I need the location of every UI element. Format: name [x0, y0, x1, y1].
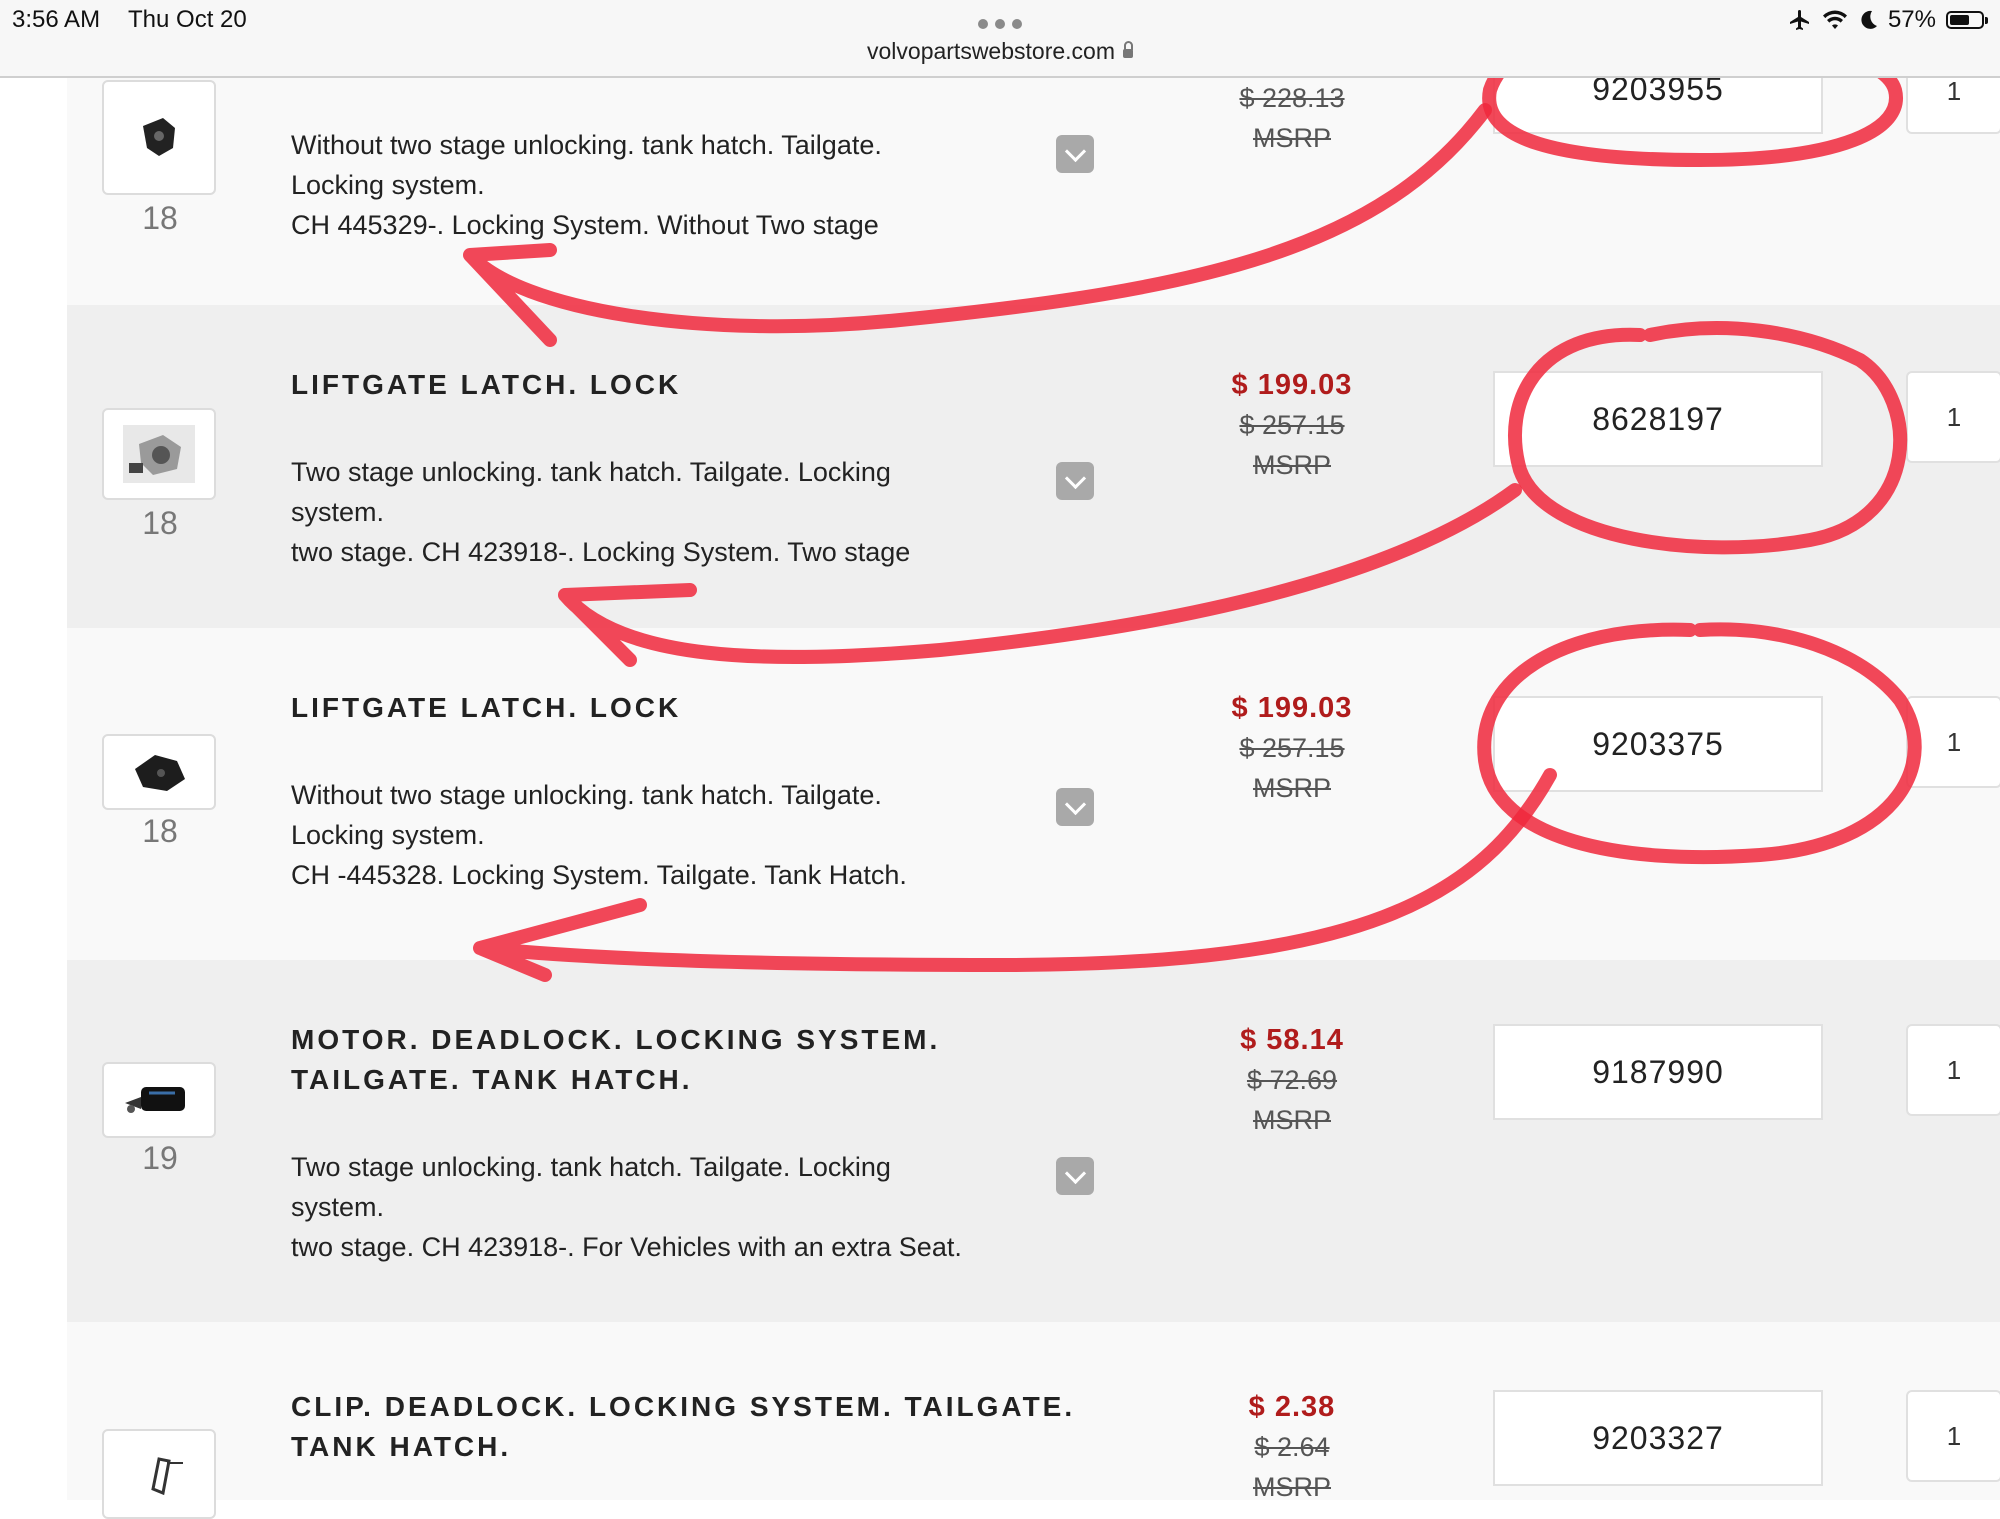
- part-thumbnail[interactable]: [102, 1062, 216, 1138]
- ref-number: 19: [142, 1140, 178, 1176]
- chevron-down-icon: [1064, 467, 1086, 489]
- sale-price: $ 2.38: [1248, 1391, 1336, 1423]
- part-row: 18 LIFTGATE LATCH. LOCK Two stage unlock…: [67, 305, 2000, 628]
- msrp-label: MSRP: [1252, 773, 1331, 803]
- msrp-label: MSRP: [1252, 123, 1331, 153]
- url-text: volvopartswebstore.com: [867, 38, 1115, 64]
- part-number-field[interactable]: 9203327: [1493, 1390, 1823, 1486]
- part-title[interactable]: MOTOR. DEADLOCK. LOCKING SYSTEM. TAILGAT…: [291, 1020, 1091, 1100]
- chevron-down-icon: [1064, 1162, 1086, 1184]
- sale-price: $ 58.14: [1240, 1024, 1344, 1056]
- part-row: 19 MOTOR. DEADLOCK. LOCKING SYSTEM. TAIL…: [67, 960, 2000, 1322]
- more-options-icon[interactable]: [976, 14, 1024, 34]
- msrp-label: MSRP: [1252, 1472, 1331, 1502]
- part-description: Two stage unlocking. tank hatch. Tailgat…: [291, 1152, 962, 1262]
- sale-price: $ 199.03: [1231, 692, 1353, 724]
- ref-number: 18: [142, 813, 178, 849]
- quantity-field[interactable]: 1: [1906, 696, 2000, 788]
- quantity-field[interactable]: 1: [1906, 1024, 2000, 1116]
- part-thumbnail[interactable]: [102, 408, 216, 500]
- status-indicators: 57%: [1788, 6, 1988, 34]
- parts-list: 18 Without two stage unlocking. tank hat…: [67, 0, 2000, 1519]
- part-title[interactable]: CLIP. DEADLOCK. LOCKING SYSTEM. TAILGATE…: [291, 1387, 1111, 1467]
- wifi-icon: [1822, 10, 1847, 29]
- battery-percent: 57%: [1887, 6, 1936, 33]
- sale-price: $ 199.03: [1231, 369, 1353, 401]
- quantity-field[interactable]: 1: [1906, 371, 2000, 463]
- airplane-icon: [1789, 10, 1809, 30]
- status-time: 3:56 AM: [12, 6, 101, 33]
- price-block: $ 199.03 $ 257.15 MSRP: [1212, 365, 1372, 485]
- quantity-field[interactable]: 1: [1906, 1390, 2000, 1482]
- address-bar[interactable]: volvopartswebstore.com: [0, 38, 2000, 65]
- expand-button[interactable]: [1056, 462, 1094, 500]
- part-number-field[interactable]: 9187990: [1493, 1024, 1823, 1120]
- msrp-price: $ 257.15: [1239, 410, 1345, 440]
- ref-number: 18: [142, 505, 178, 541]
- part-description: Without two stage unlocking. tank hatch.…: [291, 130, 882, 240]
- part-number-field[interactable]: 9203375: [1493, 696, 1823, 792]
- chevron-down-icon: [1064, 140, 1086, 162]
- chevron-down-icon: [1064, 793, 1086, 815]
- part-description: Two stage unlocking. tank hatch. Tailgat…: [291, 457, 911, 567]
- part-row: 18 LIFTGATE LATCH. LOCK Without two stag…: [67, 628, 2000, 960]
- part-title[interactable]: LIFTGATE LATCH. LOCK: [291, 688, 1091, 728]
- price-block: $ 228.13 MSRP: [1212, 78, 1372, 158]
- status-date: Thu Oct 20: [128, 6, 247, 33]
- ref-number: 18: [142, 200, 178, 236]
- part-number-field[interactable]: 8628197: [1493, 371, 1823, 467]
- part-thumbnail[interactable]: [102, 1429, 216, 1519]
- part-thumbnail[interactable]: [102, 734, 216, 810]
- part-description: Without two stage unlocking. tank hatch.…: [291, 780, 907, 890]
- battery-icon: [1946, 11, 1988, 29]
- msrp-label: MSRP: [1252, 450, 1331, 480]
- part-row: CLIP. DEADLOCK. LOCKING SYSTEM. TAILGATE…: [67, 1322, 2000, 1519]
- expand-button[interactable]: [1056, 1157, 1094, 1195]
- msrp-price: $ 228.13: [1239, 83, 1345, 113]
- status-bar: 3:56 AM Thu Oct 20 volvopartswebstore.co…: [0, 0, 2000, 78]
- msrp-price: $ 257.15: [1239, 733, 1345, 763]
- expand-button[interactable]: [1056, 135, 1094, 173]
- part-title[interactable]: LIFTGATE LATCH. LOCK: [291, 365, 1091, 405]
- msrp-price: $ 72.69: [1246, 1065, 1338, 1095]
- price-block: $ 199.03 $ 257.15 MSRP: [1212, 688, 1372, 808]
- expand-button[interactable]: [1056, 788, 1094, 826]
- lock-icon: [1123, 41, 1133, 58]
- moon-icon: [1861, 10, 1877, 29]
- part-thumbnail[interactable]: [102, 80, 216, 195]
- msrp-label: MSRP: [1252, 1105, 1331, 1135]
- price-block: $ 58.14 $ 72.69 MSRP: [1212, 1020, 1372, 1140]
- price-block: $ 2.38 $ 2.64 MSRP: [1212, 1387, 1372, 1507]
- msrp-price: $ 2.64: [1254, 1432, 1330, 1462]
